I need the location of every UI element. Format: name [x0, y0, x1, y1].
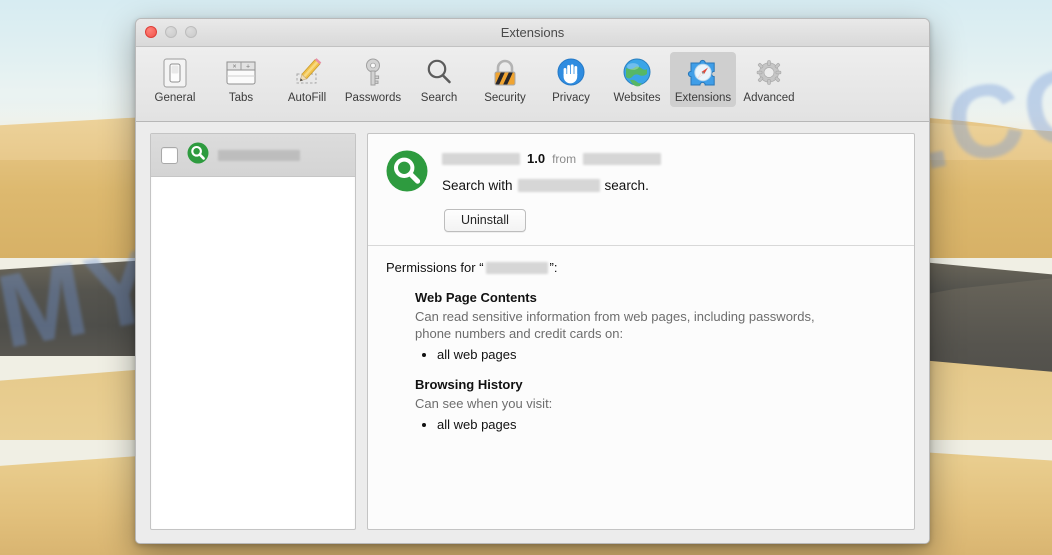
toolbar-item-websites[interactable]: Websites — [604, 52, 670, 107]
window-title: Extensions — [500, 25, 565, 40]
from-label: from — [552, 151, 577, 166]
browser-tabs-icon: × + — [224, 56, 258, 90]
permission-group: Browsing History Can see when you visit:… — [386, 377, 896, 432]
zoom-button[interactable] — [185, 26, 197, 38]
extension-version: 1.0 — [527, 151, 546, 166]
safari-preferences-window: Extensions General × + Tabs AutoFill Pas… — [135, 18, 930, 544]
extension-name-redaction — [442, 152, 520, 165]
svg-text:+: + — [246, 64, 250, 71]
permission-item: all web pages — [437, 417, 896, 432]
toolbar-item-tabs[interactable]: × + Tabs — [208, 52, 274, 107]
pencil-icon — [290, 56, 324, 90]
description-prefix: Search with — [442, 178, 513, 193]
toolbar-item-passwords[interactable]: Passwords — [340, 52, 406, 107]
description-redaction — [517, 179, 600, 192]
extensions-list[interactable] — [150, 133, 356, 530]
permission-group-description: Can read sensitive information from web … — [415, 309, 815, 342]
gear-icon — [752, 56, 786, 90]
permissions-name-redaction — [485, 261, 548, 274]
toolbar-label-autofill: AutoFill — [287, 92, 327, 104]
permission-item: all web pages — [437, 347, 896, 362]
permission-group-title: Web Page Contents — [415, 290, 537, 305]
permissions-section: Permissions for “ ”: Web Page Contents C… — [368, 246, 914, 442]
toolbar-label-general: General — [154, 92, 196, 104]
toolbar-item-advanced[interactable]: Advanced — [736, 52, 802, 107]
preferences-content: 1.0 from Search with search. Uninstall P… — [136, 122, 929, 543]
permission-item-list: all web pages — [415, 417, 896, 432]
permission-group-description: Can see when you visit: — [415, 396, 553, 412]
extension-enable-checkbox[interactable] — [161, 146, 178, 164]
toolbar-item-extensions[interactable]: Extensions — [670, 52, 736, 107]
permissions-heading-suffix: ”: — [549, 260, 558, 275]
toolbar-label-websites: Websites — [613, 92, 661, 104]
toolbar-label-tabs: Tabs — [228, 92, 254, 104]
globe-icon — [620, 56, 654, 90]
puzzle-compass-icon — [686, 56, 720, 90]
permission-group-title: Browsing History — [415, 377, 523, 393]
key-icon — [356, 56, 390, 90]
toolbar-label-security: Security — [484, 92, 526, 104]
permission-item-list: all web pages — [415, 347, 896, 362]
close-button[interactable] — [145, 26, 157, 38]
uninstall-button[interactable]: Uninstall — [444, 209, 526, 232]
green-search-extension-icon — [386, 150, 428, 192]
extension-title-row: 1.0 from — [442, 150, 896, 167]
toolbar-label-search: Search — [420, 92, 458, 104]
toolbar-label-advanced: Advanced — [743, 92, 795, 104]
extension-name-redaction — [218, 149, 300, 161]
toolbar-label-extensions: Extensions — [674, 92, 732, 104]
padlock-icon — [488, 56, 522, 90]
magnifier-icon — [422, 56, 456, 90]
traffic-lights — [145, 26, 197, 38]
toolbar-item-search[interactable]: Search — [406, 52, 472, 107]
preferences-toolbar: General × + Tabs AutoFill Passwords Sear… — [136, 47, 929, 122]
permissions-heading-prefix: Permissions for “ — [386, 260, 484, 275]
extension-detail-header: 1.0 from Search with search. Uninstall — [368, 134, 914, 246]
permissions-heading: Permissions for “ ”: — [386, 260, 896, 275]
description-suffix: search. — [604, 178, 649, 193]
list-item[interactable] — [151, 134, 355, 177]
green-search-extension-icon — [187, 142, 209, 169]
hand-icon — [554, 56, 588, 90]
extension-description: Search with search. — [442, 178, 896, 193]
permission-group: Web Page Contents Can read sensitive inf… — [386, 290, 896, 362]
minimize-button[interactable] — [165, 26, 177, 38]
svg-text:×: × — [233, 64, 237, 71]
toolbar-label-passwords: Passwords — [344, 92, 402, 104]
extension-detail-pane: 1.0 from Search with search. Uninstall P… — [367, 133, 915, 530]
toolbar-label-privacy: Privacy — [552, 92, 590, 104]
toolbar-item-security[interactable]: Security — [472, 52, 538, 107]
window-titlebar[interactable]: Extensions — [136, 19, 929, 47]
toolbar-item-privacy[interactable]: Privacy — [538, 52, 604, 107]
extension-publisher-redaction — [583, 152, 662, 165]
toolbar-item-autofill[interactable]: AutoFill — [274, 52, 340, 107]
light-switch-icon — [158, 56, 192, 90]
toolbar-item-general[interactable]: General — [142, 52, 208, 107]
